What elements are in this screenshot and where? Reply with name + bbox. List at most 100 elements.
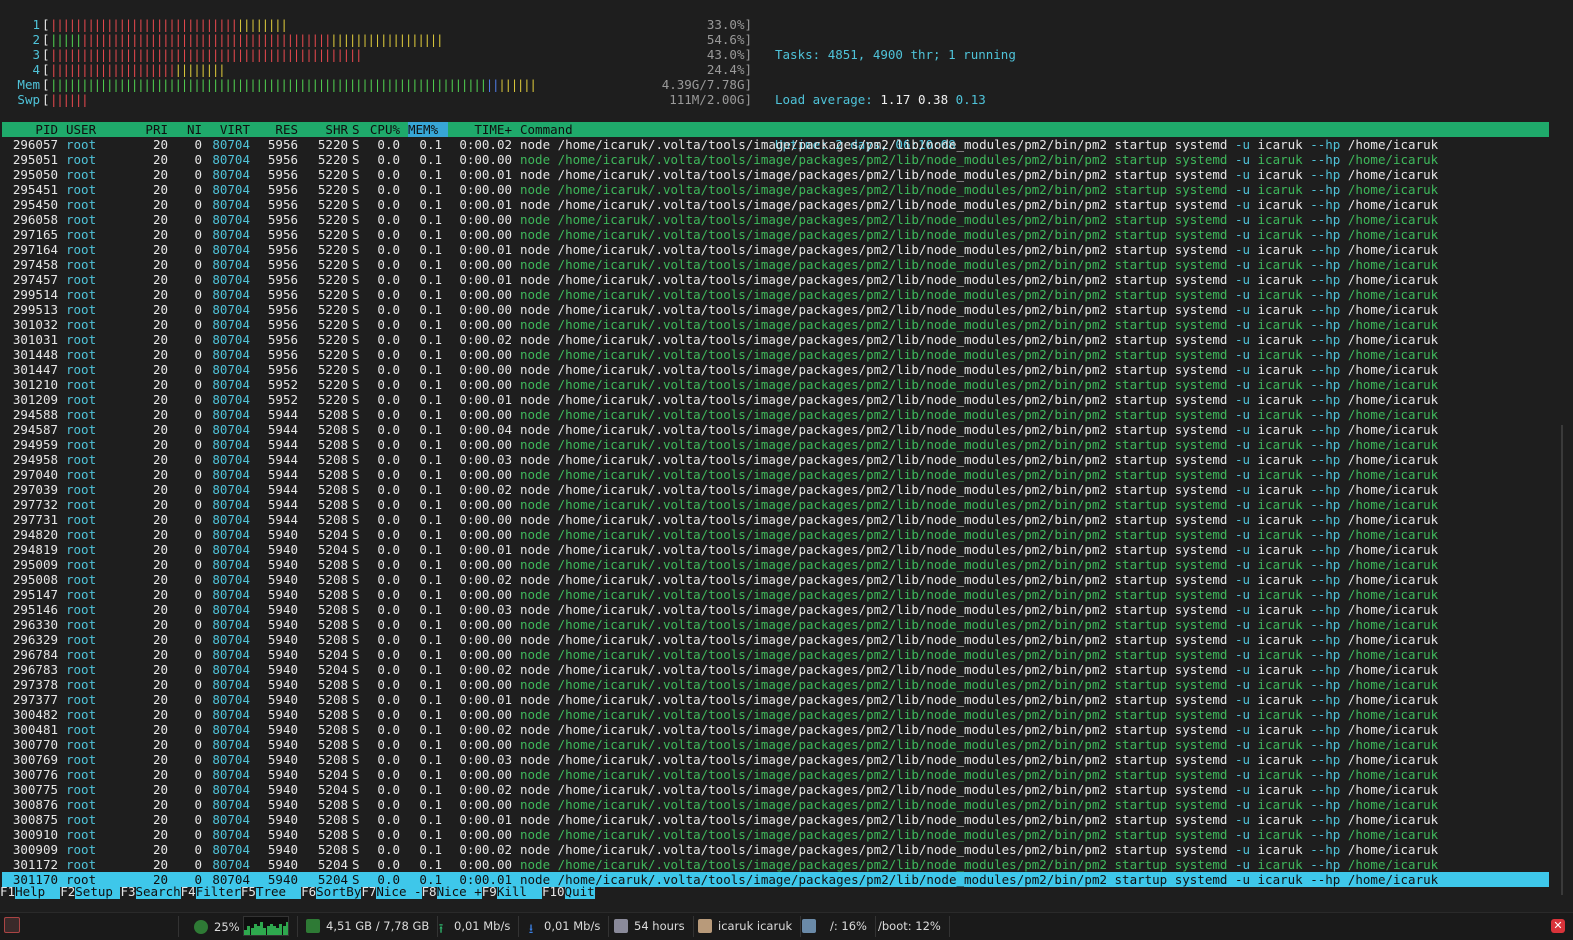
cell-shr: 5208 [317, 452, 348, 467]
col-user[interactable]: USER [66, 122, 96, 137]
table-row[interactable]: 294820 root 20 0 80704 5940 5204 S 0.0 0.1 0:00.00… [2, 527, 1549, 542]
table-row[interactable]: 300769 root 20 0 80704 5940 5208 S 0.0 0.1 0:00.03… [2, 752, 1549, 767]
table-row[interactable]: 297731 root 20 0 80704 5944 5208 S 0.0 0.1 0:00.00… [2, 512, 1549, 527]
table-row[interactable]: 301210 root 20 0 80704 5952 5220 S 0.0 0.1 0:00.00… [2, 377, 1549, 392]
command-text: node /home/icaruk/.volta/tools/image/pac… [520, 707, 1235, 722]
table-row[interactable]: 300910 root 20 0 80704 5940 5208 S 0.0 0.1 0:00.00… [2, 827, 1549, 842]
col-res[interactable]: RES [256, 122, 298, 137]
table-row[interactable]: 294587 root 20 0 80704 5944 5208 S 0.0 0.1 0:00.04… [2, 422, 1549, 437]
table-row[interactable]: 295051 root 20 0 80704 5956 5220 S 0.0 0.1 0:00.00… [2, 152, 1549, 167]
table-row[interactable]: 296329 root 20 0 80704 5940 5208 S 0.0 0.1 0:00.00… [2, 632, 1549, 647]
cell-cpu: 0.0 [377, 287, 400, 302]
fkey-f5[interactable]: F5 [241, 884, 256, 899]
col-state[interactable]: S [352, 122, 362, 137]
table-row[interactable]: 295009 root 20 0 80704 5940 5208 S 0.0 0.1 0:00.00… [2, 557, 1549, 572]
fkey-f2[interactable]: F2 [60, 884, 75, 899]
download-widget[interactable]: ⭳ 0,01 Mb/s [516, 916, 610, 937]
col-cpu[interactable]: CPU% [368, 122, 400, 137]
table-row[interactable]: 294819 root 20 0 80704 5940 5204 S 0.0 0.1 0:00.01… [2, 542, 1549, 557]
table-row[interactable]: 300909 root 20 0 80704 5940 5208 S 0.0 0.1 0:00.02… [2, 842, 1549, 857]
col-mem-sorted[interactable]: MEM% [408, 122, 448, 137]
fkey-label-filter[interactable]: Filter [195, 884, 241, 899]
col-ni[interactable]: NI [176, 122, 202, 137]
table-row[interactable]: 296784 root 20 0 80704 5940 5204 S 0.0 0.1 0:00.00… [2, 647, 1549, 662]
col-virt[interactable]: VIRT [208, 122, 250, 137]
table-row[interactable]: 301209 root 20 0 80704 5952 5220 S 0.0 0.1 0:00.01… [2, 392, 1549, 407]
table-row[interactable]: 297164 root 20 0 80704 5956 5220 S 0.0 0.1 0:00.01… [2, 242, 1549, 257]
app-launcher[interactable] [0, 916, 179, 937]
command-text: /home/icaruk [1340, 197, 1439, 212]
fkey-f9[interactable]: F9 [482, 884, 497, 899]
close-icon[interactable]: ✕ [1551, 919, 1565, 933]
table-row[interactable]: 300481 root 20 0 80704 5940 5208 S 0.0 0.1 0:00.02… [2, 722, 1549, 737]
fkey-label-search[interactable]: Search [135, 884, 181, 899]
col-pri[interactable]: PRI [142, 122, 168, 137]
fkey-label-sortby[interactable]: SortBy [316, 884, 362, 899]
fkey-f10[interactable]: F10 [542, 884, 565, 899]
table-row[interactable]: 295450 root 20 0 80704 5956 5220 S 0.0 0.1 0:00.01… [2, 197, 1549, 212]
table-row[interactable]: 294959 root 20 0 80704 5944 5208 S 0.0 0.1 0:00.00… [2, 437, 1549, 452]
fkey-label-nice-[interactable]: Nice + [436, 884, 482, 899]
fkey-f1[interactable]: F1 [0, 884, 15, 899]
col-pid[interactable]: PID [2, 122, 58, 137]
fkey-f6[interactable]: F6 [301, 884, 316, 899]
table-row[interactable]: 300775 root 20 0 80704 5940 5204 S 0.0 0.1 0:00.02… [2, 782, 1549, 797]
cell-virt: 80704 [212, 857, 250, 872]
table-row[interactable]: 297457 root 20 0 80704 5956 5220 S 0.0 0.1 0:00.01… [2, 272, 1549, 287]
cpu-widget[interactable]: 25% [186, 916, 299, 937]
cell-pid: 294588 [12, 407, 58, 422]
table-row[interactable]: 297165 root 20 0 80704 5956 5220 S 0.0 0.1 0:00.00… [2, 227, 1549, 242]
fkey-f4[interactable]: F4 [181, 884, 196, 899]
table-row[interactable]: 299514 root 20 0 80704 5956 5220 S 0.0 0.1 0:00.00… [2, 287, 1549, 302]
table-row[interactable]: 294588 root 20 0 80704 5944 5208 S 0.0 0.1 0:00.00… [2, 407, 1549, 422]
table-row[interactable]: 296330 root 20 0 80704 5940 5208 S 0.0 0.1 0:00.00… [2, 617, 1549, 632]
disk-root-widget[interactable]: /: 16% [794, 916, 876, 937]
table-row[interactable]: 295147 root 20 0 80704 5940 5208 S 0.0 0.1 0:00.00… [2, 587, 1549, 602]
user-widget[interactable]: icaruk icaruk [690, 916, 802, 937]
fkey-label-tree[interactable]: Tree [255, 884, 302, 899]
fkey-label-setup[interactable]: Setup [75, 884, 121, 899]
table-row[interactable]: 295050 root 20 0 80704 5956 5220 S 0.0 0.1 0:00.01… [2, 167, 1549, 182]
table-row[interactable]: 301448 root 20 0 80704 5956 5220 S 0.0 0.1 0:00.00… [2, 347, 1549, 362]
table-row[interactable]: 297378 root 20 0 80704 5940 5208 S 0.0 0.1 0:00.00… [2, 677, 1549, 692]
col-time[interactable]: TIME+ [454, 122, 512, 137]
fkey-label-help[interactable]: Help [15, 884, 61, 899]
memory-widget[interactable]: 4,51 GB / 7,78 GB [298, 916, 439, 937]
table-row[interactable]: 297377 root 20 0 80704 5940 5208 S 0.0 0.1 0:00.01… [2, 692, 1549, 707]
table-row[interactable]: 294958 root 20 0 80704 5944 5208 S 0.0 0.1 0:00.03… [2, 452, 1549, 467]
table-row[interactable]: 297039 root 20 0 80704 5944 5208 S 0.0 0.1 0:00.02… [2, 482, 1549, 497]
cell-ni: 0 [194, 722, 202, 737]
table-row[interactable]: 301031 root 20 0 80704 5956 5220 S 0.0 0.1 0:00.02… [2, 332, 1549, 347]
uptime-widget[interactable]: 54 hours [606, 916, 694, 937]
table-row[interactable]: 295451 root 20 0 80704 5956 5220 S 0.0 0.1 0:00.00… [2, 182, 1549, 197]
table-row[interactable]: 300776 root 20 0 80704 5940 5204 S 0.0 0.1 0:00.00… [2, 767, 1549, 782]
table-row[interactable]: 296783 root 20 0 80704 5940 5204 S 0.0 0.1 0:00.02… [2, 662, 1549, 677]
table-row[interactable]: 299513 root 20 0 80704 5956 5220 S 0.0 0.1 0:00.00… [2, 302, 1549, 317]
col-command[interactable]: Command [520, 122, 573, 137]
scrollbar[interactable] [1561, 425, 1563, 895]
table-row[interactable]: 295008 root 20 0 80704 5940 5208 S 0.0 0.1 0:00.02… [2, 572, 1549, 587]
table-row[interactable]: 297458 root 20 0 80704 5956 5220 S 0.0 0.1 0:00.00… [2, 257, 1549, 272]
upload-widget[interactable]: ⭱ 0,01 Mb/s [426, 916, 520, 937]
table-row[interactable]: 300875 root 20 0 80704 5940 5208 S 0.0 0.1 0:00.01… [2, 812, 1549, 827]
fkey-label-nice--[interactable]: Nice - [376, 884, 422, 899]
disk-boot-widget[interactable]: /boot: 12% [870, 916, 950, 937]
table-row[interactable]: 301447 root 20 0 80704 5956 5220 S 0.0 0.1 0:00.00… [2, 362, 1549, 377]
table-row[interactable]: 296058 root 20 0 80704 5956 5220 S 0.0 0.1 0:00.00… [2, 212, 1549, 227]
table-row[interactable]: 301172 root 20 0 80704 5940 5204 S 0.0 0.1 0:00.00… [2, 857, 1549, 872]
table-row[interactable]: 300876 root 20 0 80704 5940 5208 S 0.0 0.1 0:00.00… [2, 797, 1549, 812]
table-row[interactable]: 297732 root 20 0 80704 5944 5208 S 0.0 0.1 0:00.00… [2, 497, 1549, 512]
fkey-label-quit[interactable]: Quit [564, 884, 595, 899]
table-row[interactable]: 295146 root 20 0 80704 5940 5208 S 0.0 0.1 0:00.03… [2, 602, 1549, 617]
col-shr[interactable]: SHR [306, 122, 348, 137]
table-row[interactable]: 300770 root 20 0 80704 5940 5208 S 0.0 0.1 0:00.00… [2, 737, 1549, 752]
fkey-label-kill[interactable]: Kill [496, 884, 542, 899]
fkey-f7[interactable]: F7 [361, 884, 376, 899]
table-row[interactable]: 300482 root 20 0 80704 5940 5208 S 0.0 0.1 0:00.00… [2, 707, 1549, 722]
cell-mem: 0.1 [419, 662, 442, 677]
table-row[interactable]: 301032 root 20 0 80704 5956 5220 S 0.0 0.1 0:00.00… [2, 317, 1549, 332]
fkey-f8[interactable]: F8 [422, 884, 437, 899]
fkey-f3[interactable]: F3 [120, 884, 135, 899]
table-row[interactable]: 296057 root 20 0 80704 5956 5220 S 0.0 0.1 0:00.02… [2, 137, 1549, 152]
table-row[interactable]: 297040 root 20 0 80704 5944 5208 S 0.0 0.1 0:00.00… [2, 467, 1549, 482]
